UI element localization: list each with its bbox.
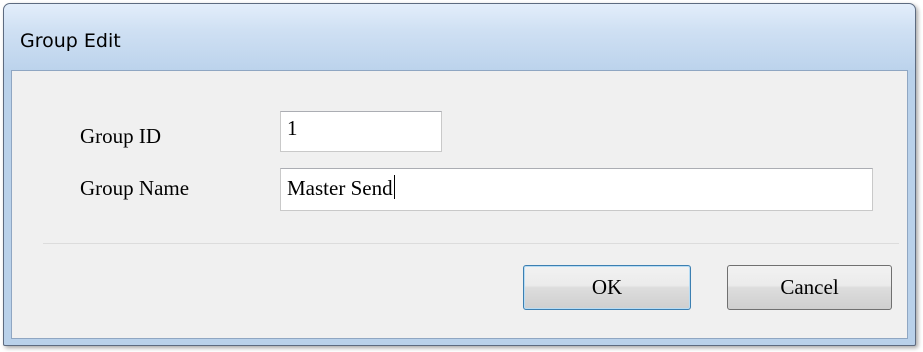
cancel-button[interactable]: Cancel <box>727 265 892 310</box>
ok-button[interactable]: OK <box>523 265 691 310</box>
title-bar[interactable]: Group Edit <box>4 4 915 70</box>
group-name-label: Group Name <box>80 176 190 200</box>
group-name-field[interactable]: Master Send <box>280 168 873 211</box>
dialog-content: Group ID 1 Group Name Master Send OK Can… <box>11 70 908 339</box>
text-caret <box>393 175 395 199</box>
group-name-value: Master Send <box>287 176 393 200</box>
dialog-title: Group Edit <box>20 30 121 52</box>
group-id-value: 1 <box>287 116 298 140</box>
group-id-field[interactable]: 1 <box>280 111 442 152</box>
group-edit-dialog: Group Edit Group ID 1 Group Name Master … <box>3 3 916 346</box>
form-area: Group ID 1 Group Name Master Send <box>43 87 899 244</box>
group-id-label: Group ID <box>80 124 162 148</box>
